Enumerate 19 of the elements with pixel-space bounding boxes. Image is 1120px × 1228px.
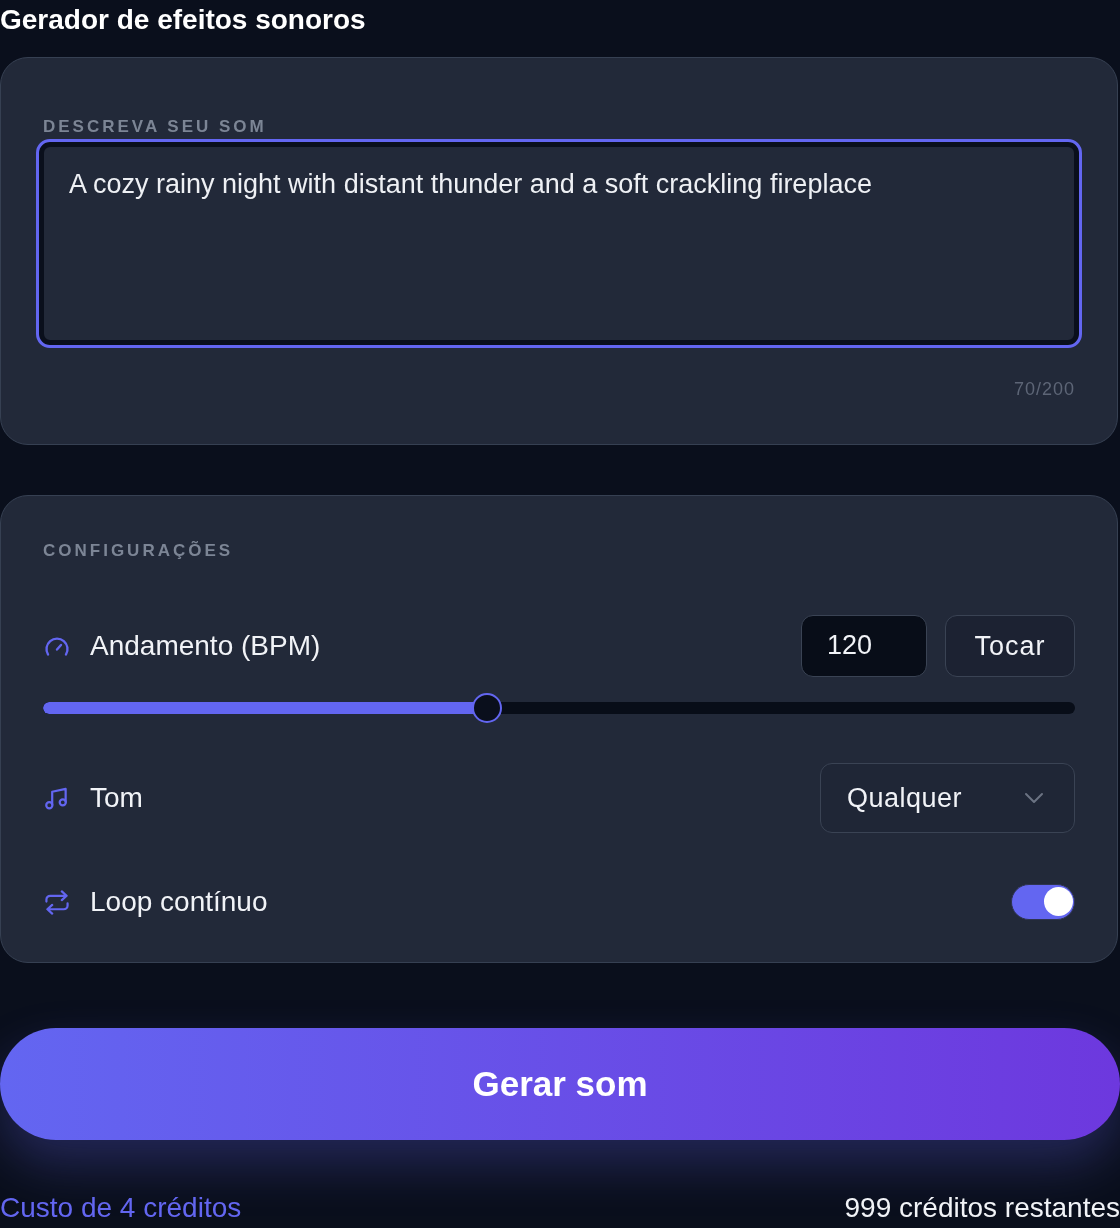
- page-title: Gerador de efeitos sonoros: [0, 3, 366, 37]
- tempo-slider[interactable]: [43, 693, 1075, 723]
- play-button[interactable]: Tocar: [945, 615, 1075, 677]
- setting-label: Tom: [90, 781, 143, 815]
- generate-button[interactable]: Gerar som: [0, 1028, 1120, 1140]
- repeat-icon: [43, 889, 71, 915]
- setting-label: Loop contínuo: [90, 885, 268, 919]
- chevron-down-icon: [1024, 792, 1044, 804]
- loop-toggle[interactable]: [1011, 884, 1075, 920]
- cost-text: Custo de 4 créditos: [0, 1191, 242, 1225]
- bpm-field[interactable]: 120: [801, 615, 927, 677]
- prompt-field[interactable]: A cozy rainy night with distant thunder and a soft crackling fireplace: [36, 139, 1082, 348]
- setting-label: Andamento (BPM): [90, 629, 321, 663]
- slider-thumb[interactable]: [471, 693, 502, 723]
- key-dropdown[interactable]: Qualquer: [820, 763, 1075, 833]
- section-label: CONFIGURAÇÕES: [43, 541, 234, 561]
- credits-remaining-text: 999 créditos restantes: [844, 1191, 1120, 1225]
- section-label: DESCREVA SEU SOM: [43, 117, 267, 137]
- character-counter: 70/200: [1013, 378, 1075, 401]
